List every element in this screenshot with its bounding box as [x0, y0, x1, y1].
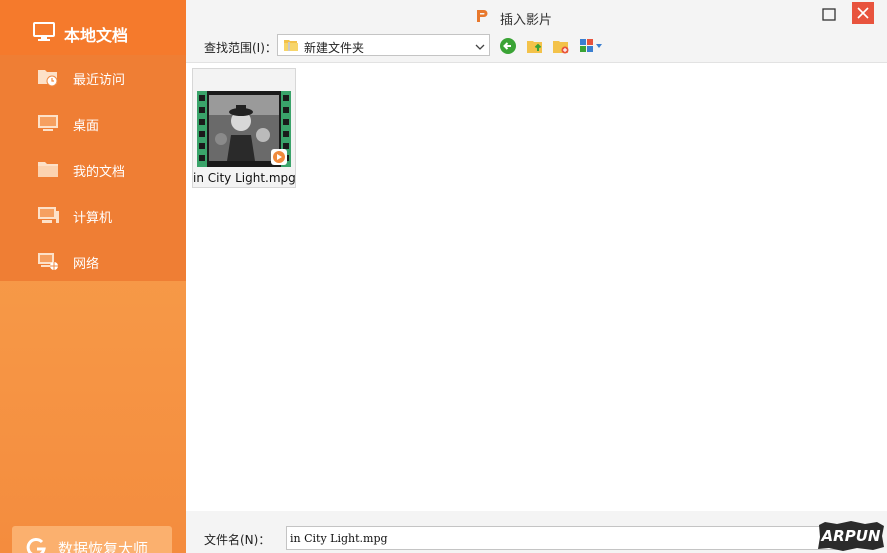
maximize-button[interactable]: [822, 8, 836, 22]
up-folder-button[interactable]: [526, 37, 544, 55]
sidebar: 本地文档 最近访问 桌面 我的文档 计算机 网络 数据恢复大师: [0, 0, 186, 553]
data-recovery-label: 数据恢复大师: [58, 540, 149, 553]
computer-icon: [37, 205, 59, 228]
presentation-icon: [475, 9, 489, 26]
desktop-icon: [37, 113, 59, 136]
view-menu-icon: [580, 39, 602, 52]
window-title: 插入影片: [500, 13, 553, 28]
monitor-icon: [33, 21, 55, 46]
folder-icon: [37, 159, 59, 182]
file-name-input[interactable]: [286, 526, 846, 550]
sidebar-item-computer[interactable]: 计算机: [0, 193, 186, 239]
sidebar-item-label: 最近访问: [73, 73, 126, 88]
look-in-label: 查找范围(I)：: [204, 41, 277, 55]
network-icon: [37, 251, 59, 274]
sidebar-title: 本地文档: [64, 26, 129, 45]
sidebar-item-label: 网络: [73, 257, 100, 272]
sidebar-item-label: 我的文档: [73, 165, 126, 180]
up-folder-icon: [527, 41, 542, 53]
insert-movie-dialog: 本地文档 最近访问 桌面 我的文档 计算机 网络 数据恢复大师 插入影片 查找范…: [0, 0, 887, 553]
sidebar-item-recent[interactable]: 最近访问: [0, 55, 186, 101]
back-button[interactable]: [499, 37, 517, 55]
sidebar-item-network[interactable]: 网络: [0, 239, 186, 285]
new-folder-icon: [553, 41, 569, 54]
folder-icon: [283, 38, 299, 56]
back-icon: [500, 38, 516, 54]
look-in-value: 新建文件夹: [304, 41, 365, 55]
view-menu-button[interactable]: [579, 37, 607, 55]
recent-folder-icon: [37, 67, 59, 90]
close-icon: [857, 7, 869, 19]
sidebar-header[interactable]: 本地文档: [0, 0, 186, 55]
sidebar-item-documents[interactable]: 我的文档: [0, 147, 186, 193]
file-name-label: 文件名(N)：: [204, 533, 271, 547]
chevron-down-icon[interactable]: [475, 40, 485, 54]
new-folder-button[interactable]: [552, 37, 570, 55]
toolbar: 查找范围(I)： 新建文件夹: [186, 32, 887, 63]
file-name: in City Light.mpg: [193, 171, 296, 185]
file-list-area[interactable]: in City Light.mpg: [186, 63, 887, 511]
look-in-dropdown[interactable]: 新建文件夹: [277, 34, 490, 56]
watermark-text: ARPUN: [821, 527, 881, 545]
data-recovery-button[interactable]: 数据恢复大师: [12, 526, 172, 553]
title-bar: 插入影片: [186, 0, 887, 32]
sidebar-nav: 最近访问 桌面 我的文档 计算机 网络: [0, 55, 186, 281]
watermark: ARPUN: [817, 521, 885, 551]
maximize-icon: [822, 8, 836, 21]
recovery-logo-icon: [26, 537, 46, 553]
sidebar-item-label: 计算机: [73, 211, 113, 226]
sidebar-item-label: 桌面: [73, 119, 100, 134]
close-button[interactable]: [852, 2, 874, 24]
video-thumbnail-icon: [197, 91, 291, 170]
sidebar-item-desktop[interactable]: 桌面: [0, 101, 186, 147]
bottom-bar: 文件名(N)：: [186, 511, 887, 553]
file-item-video[interactable]: in City Light.mpg: [192, 68, 296, 188]
